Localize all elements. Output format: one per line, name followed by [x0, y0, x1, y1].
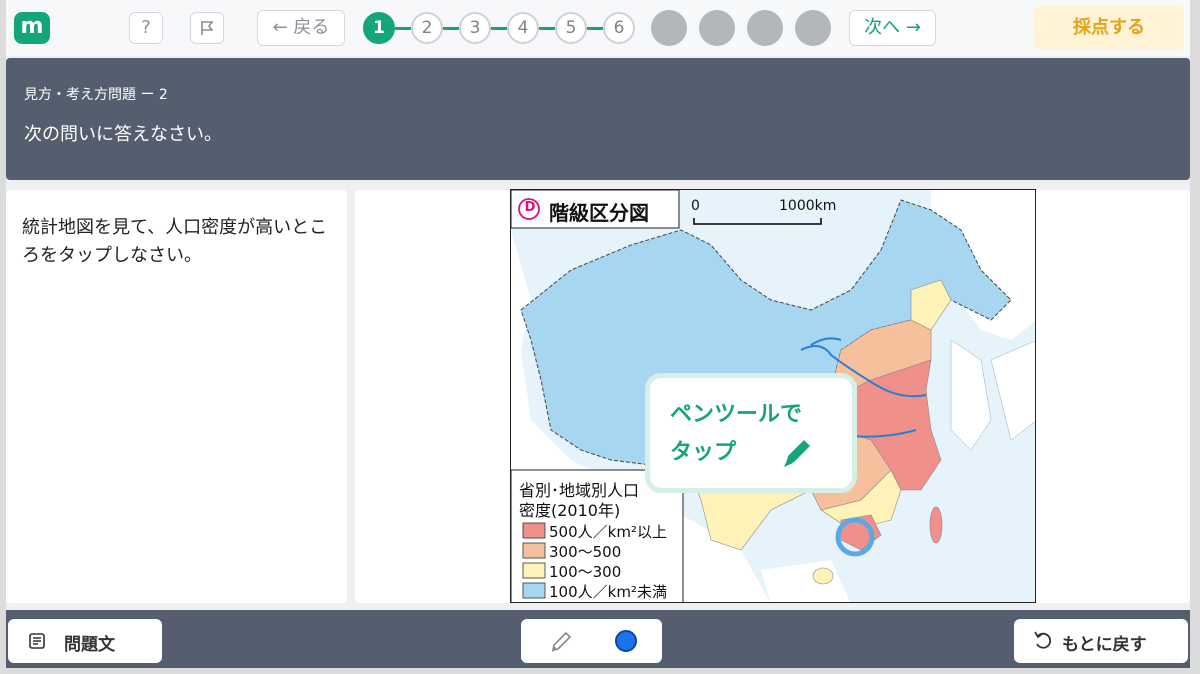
help-button[interactable]: ? [129, 12, 163, 44]
legend-item-1: 500人／km²以上 [549, 523, 667, 541]
tooltip-line-2: タップ [670, 440, 737, 465]
legend-item-2: 300〜500 [549, 543, 622, 561]
step-connector [539, 27, 555, 30]
step-6[interactable]: 6 [603, 12, 635, 44]
step-3[interactable]: 3 [459, 12, 491, 44]
map-badge: D [524, 200, 536, 215]
tooltip-line-1: ペンツールで [670, 402, 803, 427]
step-connector [395, 27, 411, 30]
step-4[interactable]: 4 [507, 12, 539, 44]
step-dot-10[interactable] [795, 10, 831, 46]
step-5[interactable]: 5 [555, 12, 587, 44]
question-instruction: 次の問いに答えなさい。 [24, 124, 222, 145]
app-logo[interactable]: m [14, 12, 50, 44]
pencil-tool-icon[interactable] [547, 627, 575, 655]
document-icon [29, 633, 45, 649]
top-bar: m ? ← 戻る 1 2 3 4 5 6 次へ → 採点する [6, 0, 1190, 56]
app-frame: m ? ← 戻る 1 2 3 4 5 6 次へ → 採点する 見方・考え方問題 … [6, 0, 1190, 668]
map-title: 階級区分図 [549, 201, 649, 225]
pen-tool-tooltip: ペンツールで タップ [645, 373, 857, 493]
scale-zero: 0 [691, 198, 700, 214]
bottom-bar: 問題文 もとに戻す [6, 610, 1190, 668]
scale-label: 1000km [779, 198, 837, 214]
flag-icon [201, 21, 214, 35]
question-panel: 統計地図を見て、人口密度が高いところをタップしなさい。 [6, 190, 347, 603]
question-header: 見方・考え方問題 ー 2 次の問いに答えなさい。 [6, 58, 1190, 180]
legend-item-3: 100〜300 [549, 563, 622, 581]
legend-item-4: 100人／km²未満 [549, 583, 667, 601]
pencil-icon [784, 440, 810, 467]
legend-title-2: 密度(2010年) [519, 501, 621, 520]
step-2[interactable]: 2 [411, 12, 443, 44]
question-number: 見方・考え方問題 ー 2 [24, 87, 168, 103]
step-dot-8[interactable] [699, 10, 735, 46]
undo-label: もとに戻す [1062, 635, 1147, 655]
step-dot-9[interactable] [747, 10, 783, 46]
problem-text-button[interactable]: 問題文 [8, 619, 162, 663]
step-connector [443, 27, 459, 30]
step-dot-7[interactable] [651, 10, 687, 46]
problem-text-label: 問題文 [64, 635, 115, 655]
step-1[interactable]: 1 [363, 12, 395, 44]
flag-button[interactable] [190, 12, 224, 44]
step-connector [491, 27, 507, 30]
undo-button[interactable]: もとに戻す [1014, 619, 1188, 663]
back-button[interactable]: ← 戻る [257, 10, 345, 46]
question-text: 統計地図を見て、人口密度が高いところをタップしなさい。 [22, 217, 328, 266]
undo-icon [1034, 631, 1052, 649]
china-population-map[interactable]: D 階級区分図 0 1000km 省別･地域別人口 密度(2010年) 500人… [510, 189, 1036, 603]
grade-button[interactable]: 採点する [1034, 6, 1184, 50]
step-connector [587, 27, 603, 30]
drawing-tools [521, 619, 662, 663]
next-button[interactable]: 次へ → [849, 10, 936, 46]
pen-color-swatch[interactable] [615, 630, 637, 652]
